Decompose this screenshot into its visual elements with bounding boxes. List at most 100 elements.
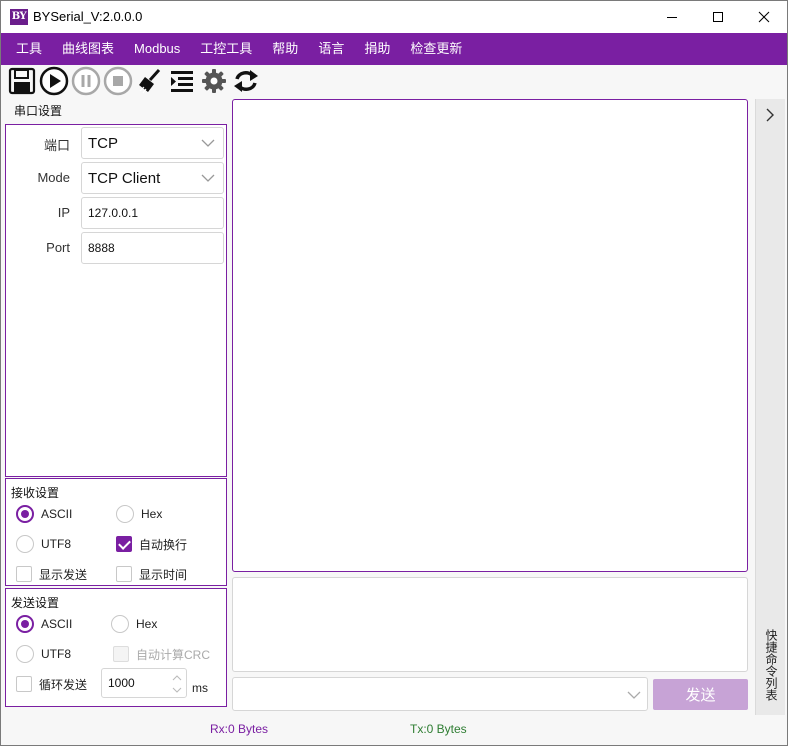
send-utf8-label: UTF8	[41, 647, 71, 661]
ip-label: IP	[57, 205, 70, 220]
send-history-select[interactable]	[232, 677, 648, 711]
radio-selected-icon	[16, 505, 34, 523]
interval-unit: ms	[192, 681, 208, 695]
start-button[interactable]	[38, 65, 70, 97]
send-ascii-radio[interactable]: ASCII	[16, 614, 72, 634]
radio-selected-icon	[16, 615, 34, 633]
checkbox-icon	[116, 566, 132, 582]
clear-button[interactable]	[134, 65, 166, 97]
ip-input[interactable]: 127.0.0.1	[81, 197, 224, 229]
quick-command-label: 快捷命令列表	[764, 629, 778, 701]
port-settings-group: 端口 TCP Mode TCP Client IP 127.0.0.1 Port…	[5, 124, 227, 477]
title-bar: BY BYSerial_V:2.0.0.0	[1, 1, 787, 33]
send-ascii-label: ASCII	[41, 617, 73, 631]
auto-crc-label: 自动计算CRC	[136, 647, 210, 662]
menu-modbus[interactable]: Modbus	[124, 33, 190, 65]
stop-icon	[103, 66, 133, 96]
auto-newline-label: 自动换行	[139, 537, 188, 552]
save-button[interactable]	[6, 65, 38, 97]
pause-icon	[71, 66, 101, 96]
send-button[interactable]: 发送	[653, 679, 748, 710]
tx-counter: Tx:0 Bytes	[410, 722, 467, 736]
receive-hex-radio[interactable]: Hex	[116, 504, 162, 524]
refresh-button[interactable]	[230, 65, 262, 97]
list-indent-icon	[171, 71, 193, 92]
mode-select[interactable]: TCP Client	[81, 162, 224, 194]
mode-select-value: TCP Client	[88, 169, 161, 187]
receive-ascii-label: ASCII	[41, 507, 73, 521]
checkbox-disabled-icon	[113, 646, 129, 662]
receive-settings-title: 接收设置	[11, 486, 60, 500]
loop-interval-input[interactable]: 1000	[101, 668, 187, 698]
refresh-icon	[234, 70, 258, 92]
receive-utf8-radio[interactable]: UTF8	[16, 534, 71, 554]
send-text-area[interactable]	[232, 577, 748, 672]
minimize-button[interactable]	[649, 1, 695, 33]
close-button[interactable]	[741, 1, 787, 33]
radio-icon	[111, 615, 129, 633]
minimize-icon	[667, 17, 677, 18]
port-number-label: Port	[46, 240, 70, 255]
menu-help[interactable]: 帮助	[262, 33, 308, 65]
menu-industrial-tools[interactable]: 工控工具	[190, 33, 262, 65]
stop-button[interactable]	[102, 65, 134, 97]
quick-command-panel[interactable]: 快捷命令列表	[755, 99, 785, 715]
receive-hex-label: Hex	[141, 507, 163, 521]
format-button[interactable]	[166, 65, 198, 97]
port-number-input[interactable]: 8888	[81, 232, 224, 264]
pause-button[interactable]	[70, 65, 102, 97]
checkbox-checked-icon	[116, 536, 132, 552]
checkbox-icon	[16, 676, 32, 692]
send-settings-title: 发送设置	[11, 596, 60, 610]
spin-arrows-icon[interactable]	[172, 673, 182, 695]
mode-label: Mode	[37, 170, 70, 185]
receive-settings-group: 接收设置 ASCII Hex UTF8 自动换行 显示发送 显示时间	[5, 478, 227, 586]
auto-crc-checkbox[interactable]: 自动计算CRC	[113, 644, 210, 664]
show-send-label: 显示发送	[39, 567, 88, 582]
maximize-button[interactable]	[695, 1, 741, 33]
loop-send-label: 循环发送	[39, 677, 88, 692]
port-label: 端口	[43, 138, 70, 153]
settings-button[interactable]	[198, 65, 230, 97]
gear-icon	[202, 69, 226, 93]
maximize-icon	[713, 12, 723, 22]
show-send-checkbox[interactable]: 显示发送	[16, 564, 87, 584]
menu-curve-chart[interactable]: 曲线图表	[52, 33, 124, 65]
receive-utf8-label: UTF8	[41, 537, 71, 551]
send-hex-label: Hex	[136, 617, 158, 631]
radio-icon	[16, 645, 34, 663]
radio-icon	[16, 535, 34, 553]
receive-text-area[interactable]	[232, 99, 748, 572]
chevron-down-icon	[627, 691, 641, 699]
chevron-down-icon	[201, 139, 215, 147]
menu-check-update[interactable]: 检查更新	[400, 33, 472, 65]
send-utf8-radio[interactable]: UTF8	[16, 644, 71, 664]
window-title: BYSerial_V:2.0.0.0	[33, 9, 143, 24]
loop-send-checkbox[interactable]: 循环发送	[16, 674, 87, 694]
rx-counter: Rx:0 Bytes	[210, 722, 269, 736]
receive-ascii-radio[interactable]: ASCII	[16, 504, 72, 524]
checkbox-icon	[16, 566, 32, 582]
show-time-checkbox[interactable]: 显示时间	[116, 564, 187, 584]
close-icon	[758, 11, 770, 23]
main-window: BY BYSerial_V:2.0.0.0 工具 曲线图表 Modbus 工控工…	[0, 0, 788, 746]
auto-newline-checkbox[interactable]: 自动换行	[116, 534, 187, 554]
radio-icon	[116, 505, 134, 523]
port-settings-title: 串口设置	[14, 104, 63, 118]
chevron-right-icon[interactable]	[765, 108, 775, 122]
loop-interval-value: 1000	[108, 676, 135, 690]
menu-tools[interactable]: 工具	[6, 33, 52, 65]
menu-bar: 工具 曲线图表 Modbus 工控工具 帮助 语言 捐助 检查更新	[1, 33, 787, 65]
port-select[interactable]: TCP	[81, 127, 224, 159]
send-settings-group: 发送设置 ASCII Hex UTF8 自动计算CRC 循环发送 1000 ms	[5, 588, 227, 707]
save-icon	[8, 67, 36, 95]
menu-donate[interactable]: 捐助	[354, 33, 400, 65]
show-time-label: 显示时间	[139, 567, 188, 582]
chevron-down-icon	[201, 174, 215, 182]
send-hex-radio[interactable]: Hex	[111, 614, 157, 634]
port-select-value: TCP	[88, 134, 118, 152]
toolbar	[1, 65, 787, 97]
menu-language[interactable]: 语言	[308, 33, 354, 65]
app-logo: BY	[10, 9, 28, 25]
clear-broom-icon	[139, 68, 161, 94]
